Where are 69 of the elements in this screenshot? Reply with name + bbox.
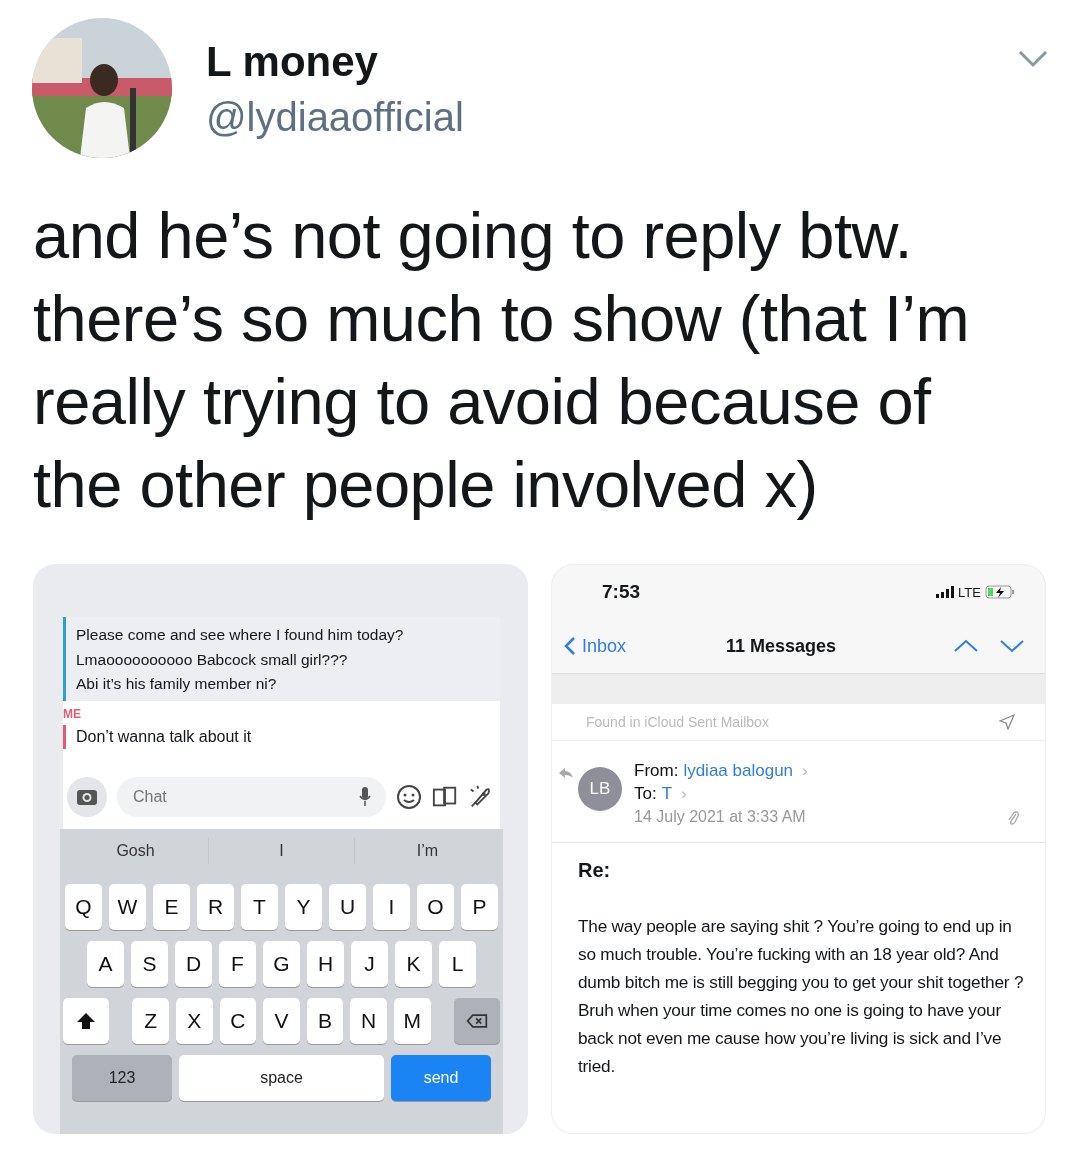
keyboard-key[interactable]: Q — [65, 883, 102, 930]
shift-key[interactable] — [63, 997, 109, 1044]
user-handle: @lydiaaofficial — [206, 94, 464, 141]
keyboard-key[interactable]: L — [439, 940, 476, 987]
keyboard-key[interactable]: E — [153, 883, 190, 930]
keyboard-key[interactable]: O — [417, 883, 454, 930]
keyboard-key[interactable]: T — [241, 883, 278, 930]
keyboard-key[interactable]: 123 — [72, 1054, 172, 1101]
message-text: Don’t wanna talk about it — [63, 724, 500, 749]
keyboard-key[interactable]: P — [461, 883, 498, 930]
keyboard-key[interactable]: V — [263, 997, 300, 1044]
keyboard-key[interactable]: K — [395, 940, 432, 987]
paperclip-icon — [1007, 809, 1019, 827]
keyboard-key[interactable]: R — [197, 883, 234, 930]
email-subject: Re: — [578, 859, 612, 882]
keyboard-key[interactable]: H — [307, 940, 344, 987]
tweet-text: and he’s not going to reply btw. there’s so much to show (that I’m really trying to avoid because of the other people involved x) — [33, 198, 971, 523]
chevron-down-icon[interactable] — [999, 639, 1025, 653]
smiley-icon[interactable] — [396, 783, 422, 810]
mailbox-note: Found in iCloud Sent Mailbox — [586, 714, 769, 730]
microphone-icon[interactable] — [358, 785, 372, 808]
chevron-up-icon[interactable] — [953, 639, 979, 653]
message-line: Abi it’s his family member ni? — [76, 674, 278, 694]
keyboard-key[interactable]: U — [329, 883, 366, 930]
message-line: Please come and see where I found him today? — [76, 625, 405, 645]
keyboard-key[interactable]: M — [394, 997, 431, 1044]
backspace-icon — [466, 1011, 489, 1030]
status-time: 7:53 — [602, 581, 641, 603]
keyboard-key[interactable]: X — [176, 997, 213, 1044]
display-name: L money — [206, 37, 379, 87]
email-date: 14 July 2021 at 3:33 AM — [634, 807, 807, 827]
keyboard-key[interactable]: I — [373, 883, 410, 930]
word-suggestion[interactable]: I’m — [355, 837, 500, 864]
to-label: To: — [634, 783, 657, 805]
chat-input-field[interactable]: Chat — [117, 776, 386, 817]
keyboard-key[interactable]: send — [391, 1054, 491, 1101]
sender-avatar: LB — [578, 767, 622, 811]
from-label: From: — [634, 760, 679, 782]
recipient-name[interactable]: T — [661, 782, 673, 805]
keyboard-key[interactable]: F — [219, 940, 256, 987]
sender-label: ME — [63, 706, 82, 721]
keyboard-key[interactable]: D — [175, 940, 212, 987]
keyboard-key[interactable]: A — [87, 940, 124, 987]
keyboard-key[interactable]: S — [131, 940, 168, 987]
keyboard-key[interactable]: C — [219, 997, 257, 1044]
word-suggestion[interactable]: Gosh — [63, 837, 209, 864]
keyboard-key[interactable]: W — [109, 883, 146, 930]
keyboard-key[interactable]: space — [179, 1054, 384, 1101]
network-label: LTE — [958, 584, 981, 600]
inbox-back-link[interactable]: Inbox — [564, 635, 627, 657]
keyboard-key[interactable]: J — [351, 940, 388, 987]
keyboard-key[interactable]: G — [263, 940, 300, 987]
chevron-down-icon[interactable] — [1018, 50, 1048, 68]
backspace-key[interactable] — [454, 997, 500, 1044]
battery-charging-icon — [985, 585, 1015, 599]
thread-title: 11 Messages — [726, 635, 837, 657]
keyboard-key[interactable]: Y — [285, 883, 322, 930]
word-suggestion[interactable]: I — [209, 837, 355, 864]
email-body: The way people are saying shit ? You’re going to end up in so much trouble. You’re fucking with an 18 year old? And dumb bitch me is still begging you to get your shit together ? Bruh when your time comes no one is going to have your back not even me cause how you’re living is sick and I’ve tried. — [578, 915, 1025, 1078]
reply-icon — [558, 767, 574, 779]
keyboard-key[interactable]: N — [350, 997, 387, 1044]
camera-icon[interactable] — [67, 776, 107, 817]
paper-plane-icon — [999, 714, 1015, 730]
signal-icon — [936, 586, 955, 598]
chevron-left-icon — [564, 636, 576, 656]
keyboard-key[interactable]: B — [306, 997, 344, 1044]
keyboard-key[interactable]: Z — [132, 997, 169, 1044]
sender-name[interactable]: lydiaa balogun — [683, 759, 794, 782]
message-line: Lmaoooooooooo Babcock small girl??? — [76, 649, 349, 670]
